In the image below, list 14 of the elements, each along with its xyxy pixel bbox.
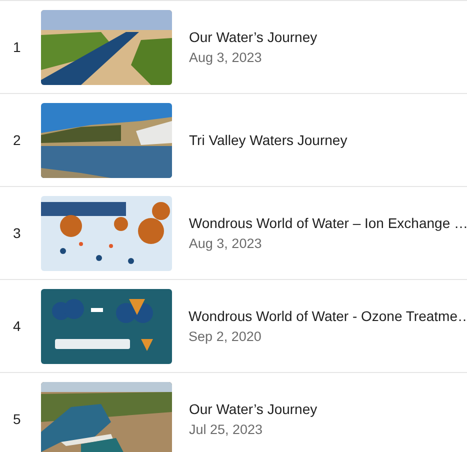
video-date: Jul 25, 2023 — [189, 422, 264, 437]
video-title[interactable]: Wondrous World of Water - Ozone Treatme… — [188, 308, 467, 324]
video-title[interactable]: Our Water’s Journey — [189, 29, 318, 45]
video-title[interactable]: Wondrous World of Water – Ion Exchange … — [188, 215, 467, 231]
video-number: 5 — [12, 411, 22, 427]
video-number: 1 — [12, 39, 22, 55]
video-number: 2 — [12, 132, 22, 148]
video-date: Sep 2, 2020 — [188, 329, 262, 344]
video-date: Aug 3, 2023 — [188, 236, 263, 251]
video-title[interactable]: Our Water’s Journey — [189, 401, 318, 417]
video-title[interactable]: Tri Valley Waters Journey — [189, 132, 348, 148]
video-number: 3 — [12, 225, 22, 241]
video-number: 4 — [12, 318, 22, 334]
video-date: Aug 3, 2023 — [189, 50, 263, 65]
